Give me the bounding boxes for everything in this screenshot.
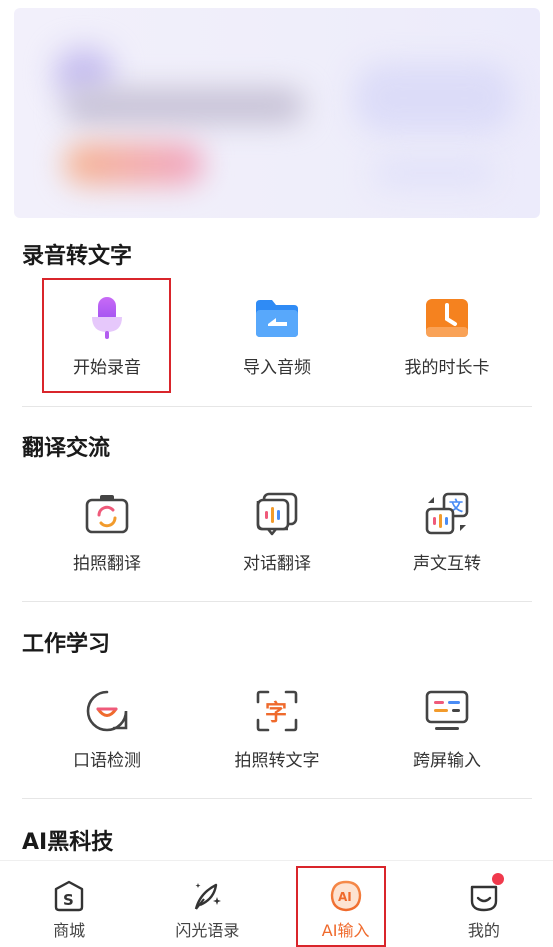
bottom-nav: S 商城 闪光语录 AI AI输入 我的 <box>0 860 553 947</box>
notification-dot <box>491 873 504 885</box>
import-audio-button[interactable]: 导入音频 <box>192 276 362 396</box>
speech-check-icon <box>84 688 130 734</box>
folder-import-icon <box>254 295 300 341</box>
nav-shop[interactable]: S 商城 <box>0 861 138 947</box>
tile-label: 声文互转 <box>413 553 481 574</box>
camera-translate-icon <box>84 491 130 537</box>
section-divider <box>22 406 532 407</box>
tile-label: 开始录音 <box>73 357 141 378</box>
photo-to-text-button[interactable]: 字 拍照转文字 <box>192 669 362 789</box>
tile-label: 我的时长卡 <box>404 357 490 378</box>
cross-screen-icon <box>424 688 470 734</box>
photo-translate-button[interactable]: 拍照翻译 <box>22 472 192 592</box>
banner-shape <box>354 63 514 133</box>
app-root: 录音转文字 开始录音 导入音频 我的时长卡 翻译交流 拍照翻译 对话翻译 文 声… <box>0 0 553 947</box>
my-time-card-button[interactable]: 我的时长卡 <box>362 276 532 396</box>
recording-grid: 开始录音 导入音频 我的时长卡 <box>22 276 532 396</box>
tile-label: 导入音频 <box>243 357 311 378</box>
nav-label: 闪光语录 <box>175 921 240 940</box>
nav-profile[interactable]: 我的 <box>415 861 553 947</box>
nav-label: 商城 <box>53 921 86 940</box>
nav-label: AI输入 <box>321 921 370 940</box>
nav-ai-input[interactable]: AI AI输入 <box>277 861 415 947</box>
shop-icon: S <box>52 879 86 913</box>
section-divider <box>22 798 532 799</box>
tile-label: 口语检测 <box>73 750 141 771</box>
tile-label: 跨屏输入 <box>413 750 481 771</box>
dialog-translate-button[interactable]: 对话翻译 <box>192 472 362 592</box>
speech-check-button[interactable]: 口语检测 <box>22 669 192 789</box>
photo-to-text-icon: 字 <box>254 688 300 734</box>
banner-shape <box>374 158 494 188</box>
microphone-icon <box>84 295 130 341</box>
tile-label: 拍照转文字 <box>234 750 320 771</box>
voice-text-convert-button[interactable]: 文 声文互转 <box>362 472 532 592</box>
section-title-recording: 录音转文字 <box>22 244 133 269</box>
banner-shape <box>64 143 204 185</box>
nav-label: 我的 <box>467 921 500 940</box>
banner-shape <box>64 88 304 124</box>
start-recording-button[interactable]: 开始录音 <box>22 276 192 396</box>
dialog-translate-icon <box>254 491 300 537</box>
clock-card-icon <box>424 295 470 341</box>
tile-label: 拍照翻译 <box>73 553 141 574</box>
ai-input-icon: AI <box>329 879 363 913</box>
cross-screen-input-button[interactable]: 跨屏输入 <box>362 669 532 789</box>
tile-label: 对话翻译 <box>243 553 311 574</box>
translate-grid: 拍照翻译 对话翻译 文 声文互转 <box>22 472 532 592</box>
voice-text-convert-icon: 文 <box>424 491 470 537</box>
work-study-grid: 口语检测 字 拍照转文字 跨屏输入 <box>22 669 532 789</box>
svg-text:字: 字 <box>265 700 287 726</box>
quill-sparkle-icon <box>190 879 224 913</box>
section-title-ai-tech: AI黑科技 <box>22 830 114 855</box>
section-title-translate: 翻译交流 <box>22 436 111 461</box>
promo-banner[interactable] <box>14 8 540 218</box>
section-divider <box>22 601 532 602</box>
nav-flash-quotes[interactable]: 闪光语录 <box>138 861 276 947</box>
svg-text:S: S <box>63 891 74 909</box>
section-title-work-study: 工作学习 <box>22 632 111 657</box>
svg-text:AI: AI <box>338 890 352 904</box>
